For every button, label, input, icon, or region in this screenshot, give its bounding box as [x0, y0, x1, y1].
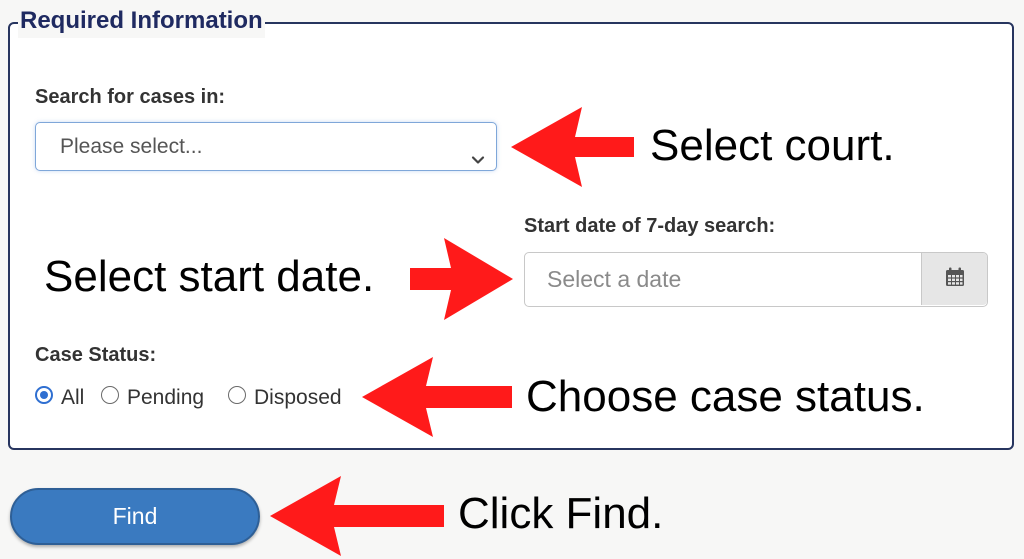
arrow-left-icon: [362, 357, 512, 437]
arrow-left-icon: [270, 476, 444, 556]
arrow-right-icon: [410, 238, 513, 320]
annotation-select-start-date: Select start date.: [44, 252, 375, 301]
annotation-click-find: Click Find.: [458, 489, 664, 538]
annotation-choose-case-status: Choose case status.: [526, 372, 925, 421]
annotation-select-court: Select court.: [650, 121, 895, 170]
arrow-left-icon: [511, 107, 634, 187]
